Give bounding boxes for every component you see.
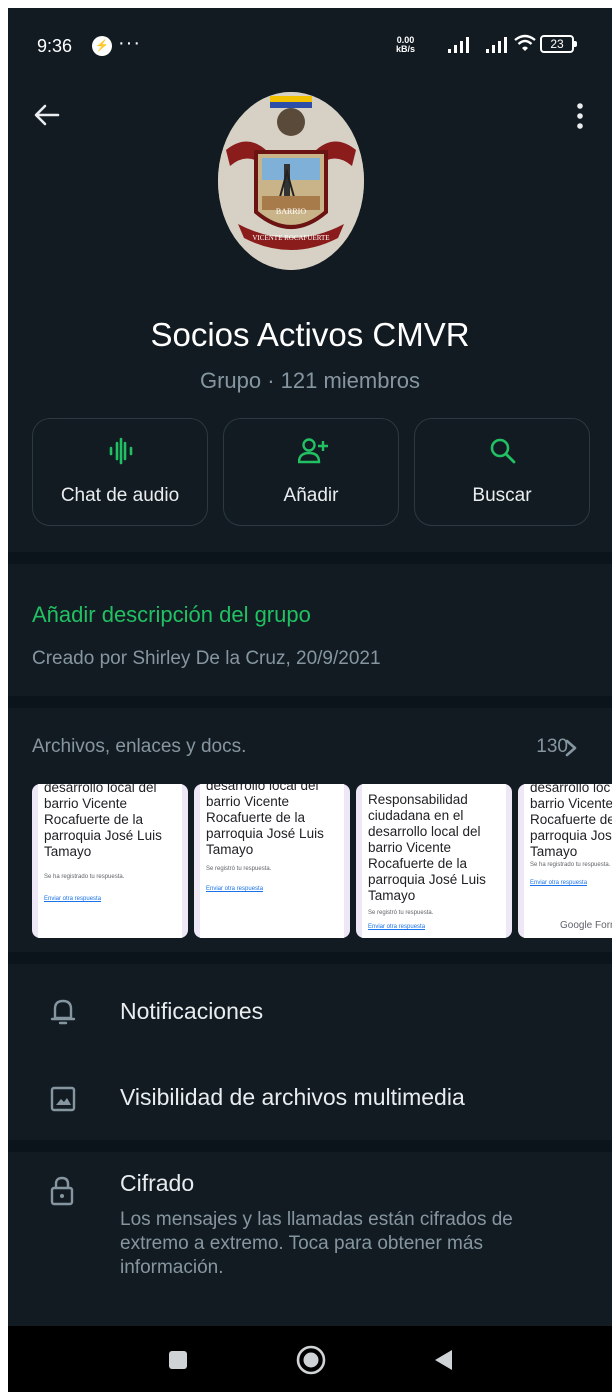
thumbnail-link: Enviar otra respuesta: [530, 880, 588, 886]
add-member-button[interactable]: Añadir: [223, 418, 399, 526]
emblem-word: BARRIO: [276, 207, 306, 216]
add-description-link[interactable]: Añadir descripción del grupo: [32, 602, 311, 628]
search-icon: [490, 438, 516, 464]
search-button[interactable]: Buscar: [414, 418, 590, 526]
signal-icon: [448, 37, 469, 53]
add-person-icon: [298, 438, 328, 464]
chevron-right-icon[interactable]: [564, 738, 578, 758]
status-bar: 9:36 ⚡ ··· 0.00 kB/s 23: [8, 8, 612, 84]
action-buttons: Chat de audio Añadir Buscar: [32, 418, 590, 528]
signal-icon-2: [486, 37, 507, 53]
created-by-text: Creado por Shirley De la Cruz, 20/9/2021: [32, 648, 381, 669]
media-thumbnail[interactable]: desarrollo local del barrio Vicente Roca…: [32, 784, 188, 938]
thumbnail-link: Enviar otra respuesta: [368, 924, 426, 930]
audio-chat-button[interactable]: Chat de audio: [32, 418, 208, 526]
thumbnail-link: Enviar otra respuesta: [206, 886, 264, 892]
audio-wave-icon: [109, 437, 133, 465]
lock-icon: [50, 1176, 74, 1206]
more-options-icon[interactable]: [574, 100, 586, 132]
media-thumbnail[interactable]: desarrollo loc barrio Vicente Rocafuerte…: [518, 784, 612, 938]
network-speed-unit: kB/s: [396, 44, 416, 54]
media-section-title[interactable]: Archivos, enlaces y docs.: [32, 736, 246, 758]
group-subtitle: Grupo · 121 miembros: [199, 368, 421, 393]
audio-chat-label: Chat de audio: [60, 485, 180, 506]
thumbnail-note: Se registró tu respuesta.: [206, 866, 272, 872]
image-icon: [50, 1086, 76, 1112]
search-label: Buscar: [472, 485, 532, 506]
group-name: Socios Activos CMVR: [150, 316, 470, 353]
status-time: 9:36: [37, 36, 73, 56]
group-info-screen: 9:36 ⚡ ··· 0.00 kB/s 23 BARRIO VICENTE R…: [8, 8, 612, 1392]
more-notifications-icon: ···: [118, 32, 141, 54]
section-divider: [8, 696, 612, 708]
notifications-setting[interactable]: Notificaciones: [120, 998, 263, 1025]
encryption-description[interactable]: Los mensajes y las llamadas están cifrad…: [120, 1208, 580, 1280]
add-member-label: Añadir: [283, 485, 339, 506]
group-emblem-image: BARRIO VICENTE ROCAFUERTE: [218, 92, 364, 270]
media-thumbnail[interactable]: desarrollo local del barrio Vicente Roca…: [194, 784, 350, 938]
section-divider: [8, 1140, 612, 1152]
thumbnail-note: Se ha registrado tu respuesta.: [530, 862, 611, 868]
home-icon[interactable]: [295, 1344, 327, 1376]
messenger-icon: ⚡: [92, 36, 112, 56]
media-visibility-setting[interactable]: Visibilidad de archivos multimedia: [120, 1084, 465, 1111]
thumbnail-brand: Google Formu: [560, 920, 612, 931]
thumbnail-text: desarrollo loc barrio Vicente Rocafuerte…: [530, 784, 612, 859]
section-divider: [8, 552, 612, 564]
system-navigation-bar: [8, 1326, 612, 1392]
emblem-text: VICENTE ROCAFUERTE: [252, 234, 329, 242]
section-divider: [8, 952, 612, 964]
bell-icon: [50, 999, 76, 1025]
battery-icon: 23: [540, 35, 577, 53]
group-avatar[interactable]: BARRIO VICENTE ROCAFUERTE: [218, 92, 364, 270]
thumbnail-text: Responsabilidad ciudadana en el desarrol…: [368, 792, 486, 903]
back-nav-icon[interactable]: [432, 1348, 454, 1372]
media-thumbnail[interactable]: Responsabilidad ciudadana en el desarrol…: [356, 784, 512, 938]
wifi-icon: [514, 34, 536, 51]
thumbnail-note: Se ha registrado tu respuesta.: [44, 874, 125, 880]
thumbnail-text: desarrollo local del barrio Vicente Roca…: [206, 784, 324, 857]
thumbnail-text: desarrollo local del barrio Vicente Roca…: [44, 784, 162, 859]
thumbnail-note: Se registró tu respuesta.: [368, 910, 434, 916]
encryption-title[interactable]: Cifrado: [120, 1170, 194, 1197]
back-arrow-icon[interactable]: [32, 100, 62, 130]
recent-apps-icon[interactable]: [168, 1350, 188, 1370]
thumbnail-link: Enviar otra respuesta: [44, 896, 102, 902]
network-speed: 0.00 kB/s: [396, 36, 415, 54]
